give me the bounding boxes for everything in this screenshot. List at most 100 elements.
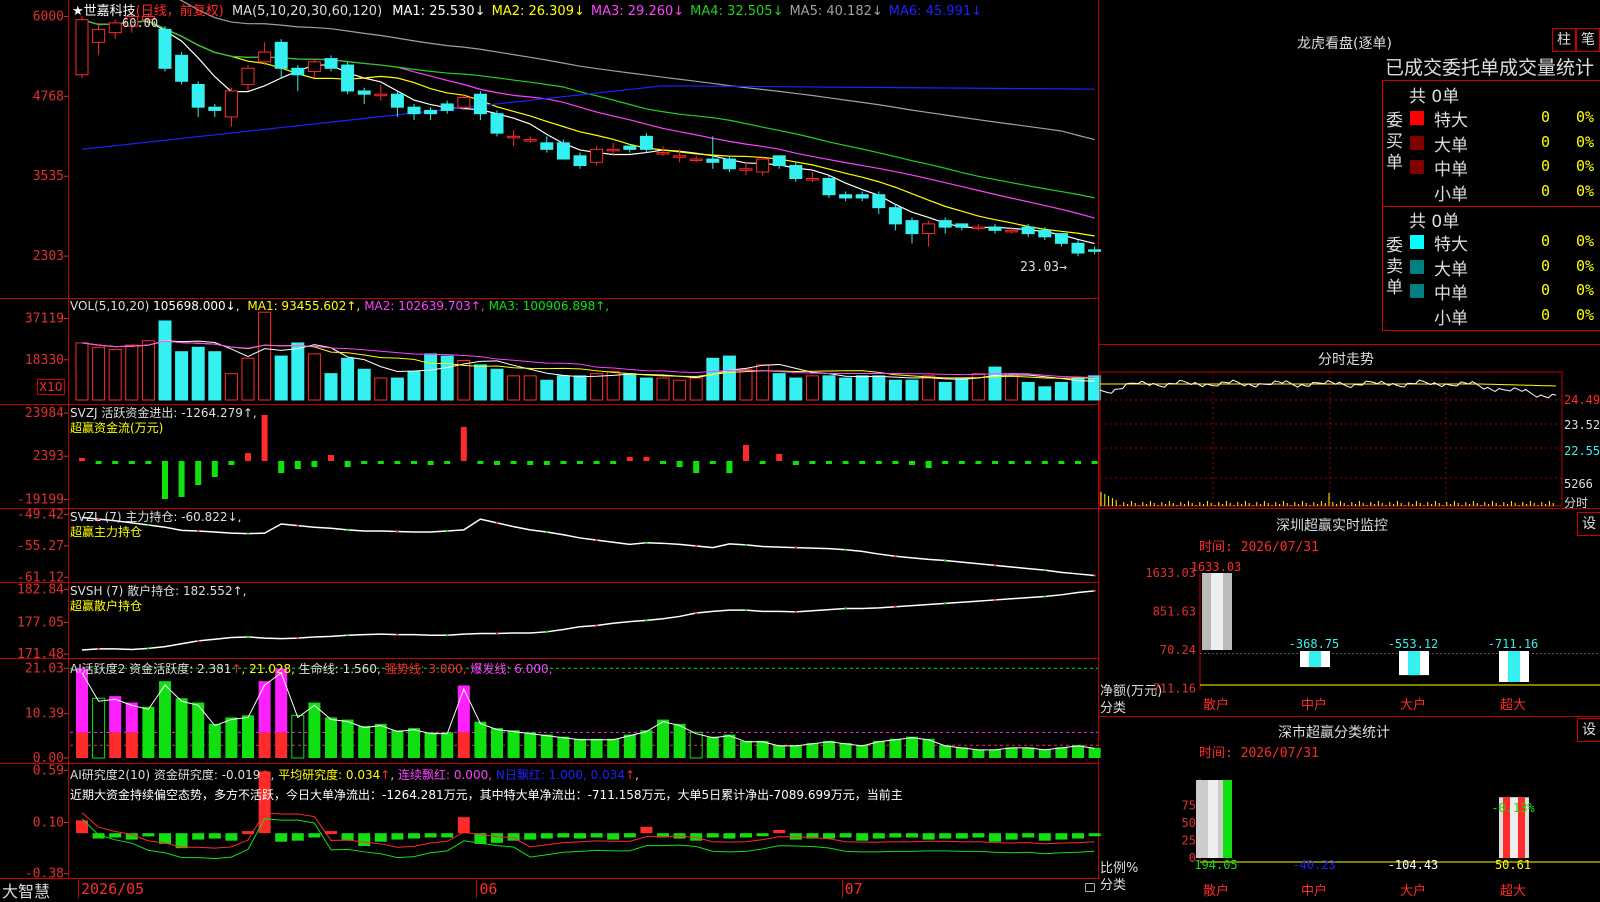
svzj-bar	[128, 461, 135, 464]
ai-research-bar	[374, 833, 387, 842]
stock-name[interactable]: 世嘉科技	[84, 4, 136, 19]
ai-active-bar	[374, 723, 387, 758]
candle	[407, 106, 421, 115]
ai-active-bar	[640, 730, 653, 758]
ai-active-bar	[424, 732, 437, 758]
svzj-bar	[1008, 461, 1015, 464]
y-tick-label: 177.05	[17, 615, 64, 630]
svzj-bar	[162, 461, 168, 499]
ai-research-bar	[1038, 833, 1051, 841]
volume-bar	[440, 355, 454, 401]
tick-mode-button[interactable]: 笔	[1576, 28, 1600, 52]
ai-active-bar	[856, 745, 869, 758]
title-part: N日飘红: 1.000, 0.034	[495, 768, 626, 782]
intraday-chart[interactable]	[1099, 371, 1563, 507]
ai-research-bar	[989, 833, 1001, 842]
candle	[175, 54, 189, 82]
brand-logo[interactable]: 大智慧	[2, 878, 50, 902]
order-count: 0	[1540, 108, 1550, 126]
ai-active-bar	[159, 681, 171, 758]
volume-bar	[988, 366, 1002, 401]
svzl-header: SVZL (7) 主力持仓: -60.822↓, 超赢主力持仓	[70, 510, 241, 540]
volume-bar	[92, 346, 106, 401]
indicator-dot	[595, 538, 598, 542]
kline-period[interactable]: (日线，前复权)	[136, 4, 224, 19]
volume-bar	[556, 375, 570, 401]
ai-research-bar	[457, 817, 470, 834]
order-size-label: 特大	[1434, 235, 1468, 255]
ai-active-bar	[706, 736, 719, 758]
bar-value-label: -553.12	[1388, 637, 1439, 651]
sz-class-bar	[1196, 780, 1232, 858]
ai-active-bar	[125, 732, 138, 758]
sz-monitor-time: 时间: 2026/07/31	[1199, 540, 1319, 555]
ai-research-bar	[507, 833, 520, 841]
volume-ma-values: MA1: 93455.602↑, MA2: 102639.703↑, MA3: 10…	[243, 299, 609, 313]
ai-active-bar	[823, 740, 835, 758]
ai-research-bar	[856, 833, 869, 841]
y-tick-label: 0.59	[33, 763, 64, 778]
kline-panel[interactable]: 60.0023.03→	[75, 0, 1102, 275]
sz-class-chart[interactable]: 7550250-0.13%194.05 -40.23 -104.43 50.61散户中…	[1182, 778, 1600, 899]
intraday-y-label: 24.49	[1564, 393, 1600, 407]
indicator-dot	[495, 632, 499, 635]
svzj-bar	[527, 461, 534, 465]
volume-bar	[855, 375, 869, 401]
candle	[706, 158, 720, 163]
ai-active-bar	[906, 736, 918, 758]
favorite-star-icon[interactable]: ★	[72, 4, 84, 19]
svzj-bar	[195, 461, 202, 485]
ai-research-bar	[723, 833, 736, 839]
svzj-bar	[826, 461, 832, 464]
ai-active-bar	[773, 745, 786, 758]
order-size-label: 小单	[1434, 184, 1468, 205]
volume-bar	[457, 359, 471, 401]
candle	[639, 135, 653, 150]
dragon-tiger-stats-title: 已成交委托单成交量统计	[1385, 57, 1595, 79]
y-tick-label: -55.27	[17, 539, 64, 554]
candle	[540, 142, 554, 150]
svzl-title: SVZL (7) 主力持仓: -60.822↓,	[70, 510, 242, 524]
candle	[855, 194, 869, 199]
candle	[341, 64, 355, 92]
svzj-bar	[660, 461, 666, 464]
svzj-bar	[726, 461, 733, 473]
main-chart-canvas[interactable]: 60.0023.03→ 1633.03851.6370.24-711.16163…	[0, 0, 1600, 900]
lock-icon[interactable]	[1085, 883, 1095, 892]
candle	[324, 58, 338, 69]
ai-research-panel[interactable]	[76, 771, 1101, 860]
volume-bar	[573, 375, 587, 401]
candle	[839, 194, 853, 199]
ai-active-bar	[325, 717, 337, 758]
sz-monitor-settings-button[interactable]: 设	[1577, 512, 1600, 536]
volume-bar	[224, 373, 238, 401]
candle	[590, 148, 604, 163]
volume-panel[interactable]	[75, 311, 1102, 401]
y-tick-label: 171.48	[17, 647, 64, 662]
ai-active-bar	[341, 719, 354, 758]
sz-monitor-chart[interactable]: 1633.03 851.63 70.24 -711.16 1633.03 散户 -368.7…	[1145, 560, 1600, 713]
volume-bar	[473, 364, 487, 401]
candle	[307, 61, 321, 73]
bar-mode-button[interactable]: 柱	[1552, 28, 1576, 52]
indicator-dot	[695, 544, 698, 548]
volume-bar	[623, 373, 637, 401]
candle	[92, 28, 106, 43]
bar-highlight	[1208, 780, 1218, 858]
svzj-bar	[610, 461, 617, 464]
ai-active-bar	[839, 743, 852, 758]
candle	[191, 83, 205, 108]
title-part: ↑	[231, 662, 242, 676]
y-tick-label: 851.63	[1153, 605, 1196, 619]
svzj-bar	[1091, 461, 1098, 464]
sz-class-settings-button[interactable]: 设	[1577, 718, 1600, 742]
ai-active-panel[interactable]	[70, 667, 1101, 759]
ai-active-bar	[457, 685, 470, 733]
svzj-bar	[792, 461, 799, 465]
title-part: , 21.028,	[241, 662, 299, 676]
order-count: 0	[1540, 281, 1550, 299]
indicator-dot	[346, 528, 349, 532]
svzj-bar	[211, 461, 218, 477]
bar-value-label: 194.05	[1194, 858, 1237, 872]
ai-active-bar	[242, 715, 254, 758]
